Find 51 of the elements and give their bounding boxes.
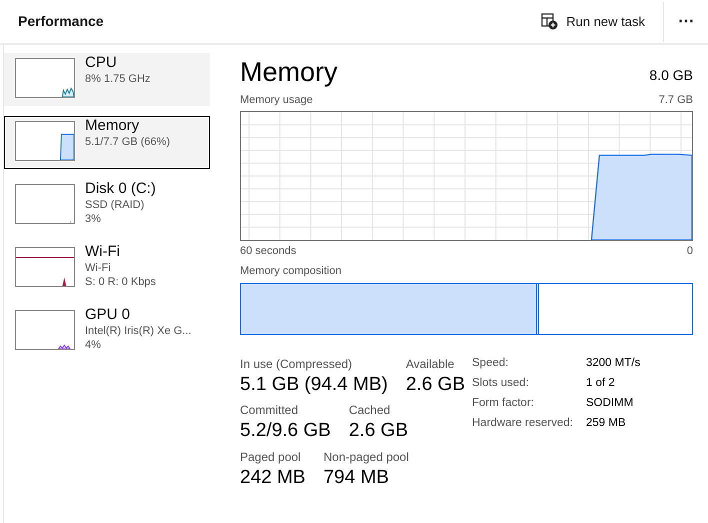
network-graph-thumbnail bbox=[15, 247, 75, 287]
page-title: Performance bbox=[18, 12, 105, 31]
memory-graph-thumbnail bbox=[15, 121, 75, 161]
disk-graph-thumbnail bbox=[15, 184, 75, 224]
sidebar-item-name: Memory bbox=[85, 117, 140, 136]
sidebar-item[interactable]: CPU 8% 1.75 GHz bbox=[4, 53, 210, 106]
stat-value: 5.2/9.6 GB bbox=[240, 419, 331, 443]
detail-value: 3200 MT/s bbox=[586, 356, 640, 370]
run-new-task-button[interactable]: Run new task bbox=[533, 6, 653, 38]
cpu-graph-thumbnail bbox=[15, 58, 75, 98]
section-title: Memory bbox=[240, 59, 338, 86]
sidebar-item-detail: 8% 1.75 GHz bbox=[85, 72, 150, 86]
stat-label: Committed bbox=[240, 402, 300, 420]
detail-label: Slots used: bbox=[472, 376, 530, 391]
sidebar-item-detail: 4% bbox=[85, 338, 102, 352]
stat-value: 242 MB bbox=[240, 466, 306, 490]
more-options-button[interactable]: ⋯ bbox=[674, 10, 698, 34]
stat-value: 2.6 GB bbox=[406, 372, 465, 396]
add-task-icon bbox=[541, 13, 558, 30]
sidebar-item-detail: 3% bbox=[85, 212, 102, 226]
detail-value: SODIMM bbox=[586, 396, 634, 411]
detail-value: 1 of 2 bbox=[586, 376, 616, 391]
sidebar-item[interactable]: Memory 5.1/7.7 GB (66%) bbox=[4, 116, 210, 169]
chart-max-label: 7.7 GB bbox=[658, 93, 693, 108]
detail-label: Speed: bbox=[472, 356, 510, 370]
sidebar-item-detail: S: 0 R: 0 Kbps bbox=[85, 276, 156, 290]
sidebar-item-name: CPU bbox=[85, 54, 118, 73]
sidebar-item-name: Disk 0 (C:) bbox=[85, 180, 156, 199]
x-axis-start-label: 60 seconds bbox=[240, 244, 296, 258]
x-axis-end-label: 0 bbox=[686, 244, 693, 258]
sidebar-item-name: GPU 0 bbox=[85, 306, 132, 325]
stat-value: 794 MB bbox=[323, 466, 390, 490]
sidebar-item-detail: SSD (RAID) bbox=[85, 198, 146, 212]
stat-label: Available bbox=[406, 356, 456, 372]
stat-label: In use (Compressed) bbox=[240, 356, 354, 372]
sidebar-item-detail: 5.1/7.7 GB (66%) bbox=[85, 136, 170, 150]
chart-label: Memory usage bbox=[240, 93, 313, 108]
stat-label: Cached bbox=[348, 402, 392, 420]
detail-label: Form factor: bbox=[472, 396, 535, 411]
composition-label: Memory composition bbox=[240, 264, 342, 279]
sidebar-item-detail: Intel(R) Iris(R) Xe G... bbox=[85, 324, 192, 338]
stat-label: Paged pool bbox=[240, 449, 302, 466]
gpu-graph-thumbnail bbox=[15, 310, 75, 350]
stat-label: Non-paged pool bbox=[323, 449, 409, 466]
stat-value: 2.6 GB bbox=[348, 419, 408, 443]
stat-value: 5.1 GB (94.4 MB) bbox=[240, 372, 388, 396]
sidebar-item-name: Wi-Fi bbox=[85, 243, 121, 262]
detail-label: Hardware reserved: bbox=[472, 416, 574, 432]
detail-value: 259 MB bbox=[586, 416, 627, 432]
total-memory: 8.0 GB bbox=[649, 66, 693, 85]
sidebar-item-detail: Wi-Fi bbox=[85, 262, 112, 276]
